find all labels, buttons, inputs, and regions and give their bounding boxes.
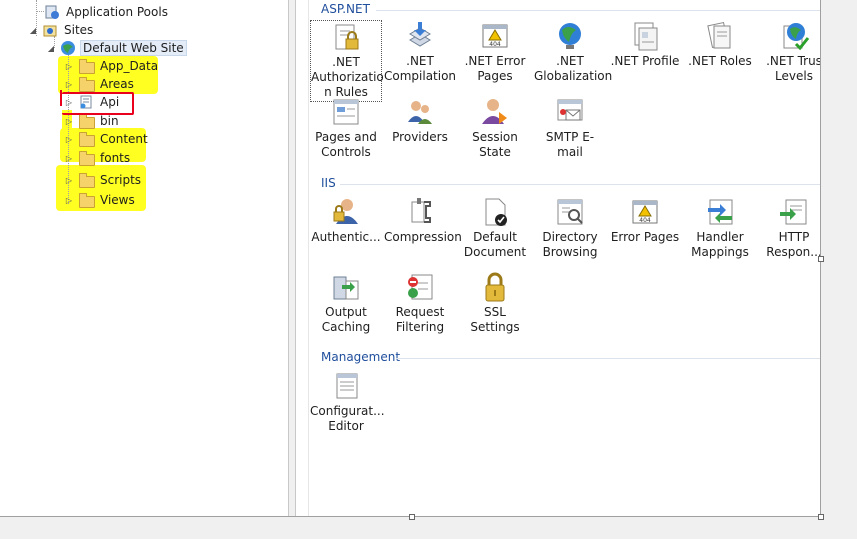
collapse-icon[interactable]: ◢ xyxy=(28,25,38,35)
lock-document-icon xyxy=(330,21,362,53)
feature-request-filtering[interactable]: Request Filtering xyxy=(384,271,456,335)
svg-text:404: 404 xyxy=(489,41,501,48)
resize-grip[interactable] xyxy=(818,514,824,520)
feature-default-document[interactable]: Default Document xyxy=(459,196,531,260)
pane-splitter[interactable] xyxy=(288,0,296,516)
trust-globe-icon xyxy=(778,20,810,52)
handler-mappings-icon xyxy=(704,196,736,228)
svg-text:404: 404 xyxy=(639,217,651,224)
feature-compression[interactable]: Compression xyxy=(384,196,462,245)
feature-net-roles[interactable]: .NET Roles xyxy=(684,20,756,69)
expand-icon[interactable]: ▷ xyxy=(64,195,74,205)
resize-grip[interactable] xyxy=(818,256,824,262)
providers-icon xyxy=(404,96,436,128)
feature-configuration-editor[interactable]: Configurat... Editor xyxy=(310,370,385,434)
configuration-editor-icon xyxy=(330,370,362,402)
session-state-icon xyxy=(479,96,511,128)
application-pools-icon xyxy=(44,4,60,20)
feature-net-globalization[interactable]: .NET Globalization xyxy=(534,20,612,84)
connections-tree: Application Pools ◢ Sites ◢ Default Web … xyxy=(0,0,288,516)
tree-item-application-pools[interactable]: Application Pools xyxy=(40,3,170,21)
feature-session-state[interactable]: Session State xyxy=(459,96,531,160)
globe-icon xyxy=(554,20,586,52)
http-response-icon xyxy=(778,196,810,228)
expand-icon[interactable]: ▷ xyxy=(64,116,74,126)
folder-icon xyxy=(78,76,95,92)
tree-item-sites[interactable]: ◢ Sites xyxy=(28,21,95,39)
compression-icon xyxy=(404,196,436,228)
feature-ssl-settings[interactable]: SSL Settings xyxy=(459,271,531,335)
tree-item-folder[interactable]: ▷ Areas xyxy=(64,75,136,93)
folder-icon xyxy=(78,192,95,208)
tree-item-folder[interactable]: ▷ Views xyxy=(64,191,137,209)
folder-icon xyxy=(78,113,95,129)
directory-browsing-icon xyxy=(554,196,586,228)
tree-item-default-web-site[interactable]: ◢ Default Web Site xyxy=(46,39,187,57)
feature-providers[interactable]: Providers xyxy=(384,96,456,145)
profile-icon xyxy=(629,20,661,52)
error-page-icon: 404 xyxy=(479,20,511,52)
expand-icon[interactable]: ▷ xyxy=(64,175,74,185)
feature-net-trust-levels[interactable]: .NET Trus Levels xyxy=(758,20,820,84)
features-view: ASP.NET .NET Authorizatio n Rules .NET C… xyxy=(296,0,820,516)
feature-net-error-pages[interactable]: 404 .NET Error Pages xyxy=(459,20,531,84)
expand-icon[interactable]: ▷ xyxy=(64,153,74,163)
iis-manager-window: Application Pools ◢ Sites ◢ Default Web … xyxy=(0,0,821,517)
request-filtering-icon xyxy=(404,271,436,303)
feature-directory-browsing[interactable]: Directory Browsing xyxy=(534,196,606,260)
folder-icon xyxy=(78,150,95,166)
feature-smtp-email[interactable]: SMTP E-mail xyxy=(534,96,606,160)
section-title-management: Management xyxy=(321,350,401,364)
feature-net-compilation[interactable]: .NET Compilation xyxy=(384,20,456,84)
annotation-box xyxy=(62,92,134,115)
output-caching-icon xyxy=(330,271,362,303)
feature-output-caching[interactable]: Output Caching xyxy=(310,271,382,335)
email-icon xyxy=(554,96,586,128)
feature-handler-mappings[interactable]: Handler Mappings xyxy=(684,196,756,260)
feature-net-authorization-rules[interactable]: .NET Authorizatio n Rules xyxy=(310,20,384,102)
feature-net-profile[interactable]: .NET Profile xyxy=(609,20,681,69)
lock-icon xyxy=(479,271,511,303)
section-title-aspnet: ASP.NET xyxy=(321,2,370,16)
feature-http-response-headers[interactable]: HTTP Respon... xyxy=(758,196,820,260)
feature-pages-and-controls[interactable]: Pages and Controls xyxy=(310,96,382,160)
authentication-icon xyxy=(330,196,362,228)
error-page-icon: 404 xyxy=(629,196,661,228)
feature-authentication[interactable]: Authentic... xyxy=(310,196,382,245)
desktop-background xyxy=(820,0,857,539)
globe-icon xyxy=(60,40,76,56)
default-document-icon xyxy=(479,196,511,228)
sites-icon xyxy=(42,22,58,38)
tree-item-folder[interactable]: ▷ fonts xyxy=(64,149,132,167)
resize-grip[interactable] xyxy=(409,514,415,520)
tree-item-folder[interactable]: ▷ Scripts xyxy=(64,171,143,189)
folder-icon xyxy=(78,131,95,147)
compilation-icon xyxy=(404,20,436,52)
collapse-icon[interactable]: ◢ xyxy=(46,43,56,53)
expand-icon[interactable]: ▷ xyxy=(64,79,74,89)
tree-item-folder[interactable]: ▷ Content xyxy=(64,130,150,148)
expand-icon[interactable]: ▷ xyxy=(64,134,74,144)
roles-icon xyxy=(704,20,736,52)
expand-icon[interactable]: ▷ xyxy=(64,61,74,71)
desktop-background-bottom xyxy=(0,517,857,539)
section-title-iis: IIS xyxy=(321,176,336,190)
feature-error-pages[interactable]: 404 Error Pages xyxy=(609,196,681,245)
pages-controls-icon xyxy=(330,96,362,128)
tree-item-folder[interactable]: ▷ App_Data xyxy=(64,57,160,75)
folder-icon xyxy=(78,58,95,74)
folder-icon xyxy=(78,172,95,188)
